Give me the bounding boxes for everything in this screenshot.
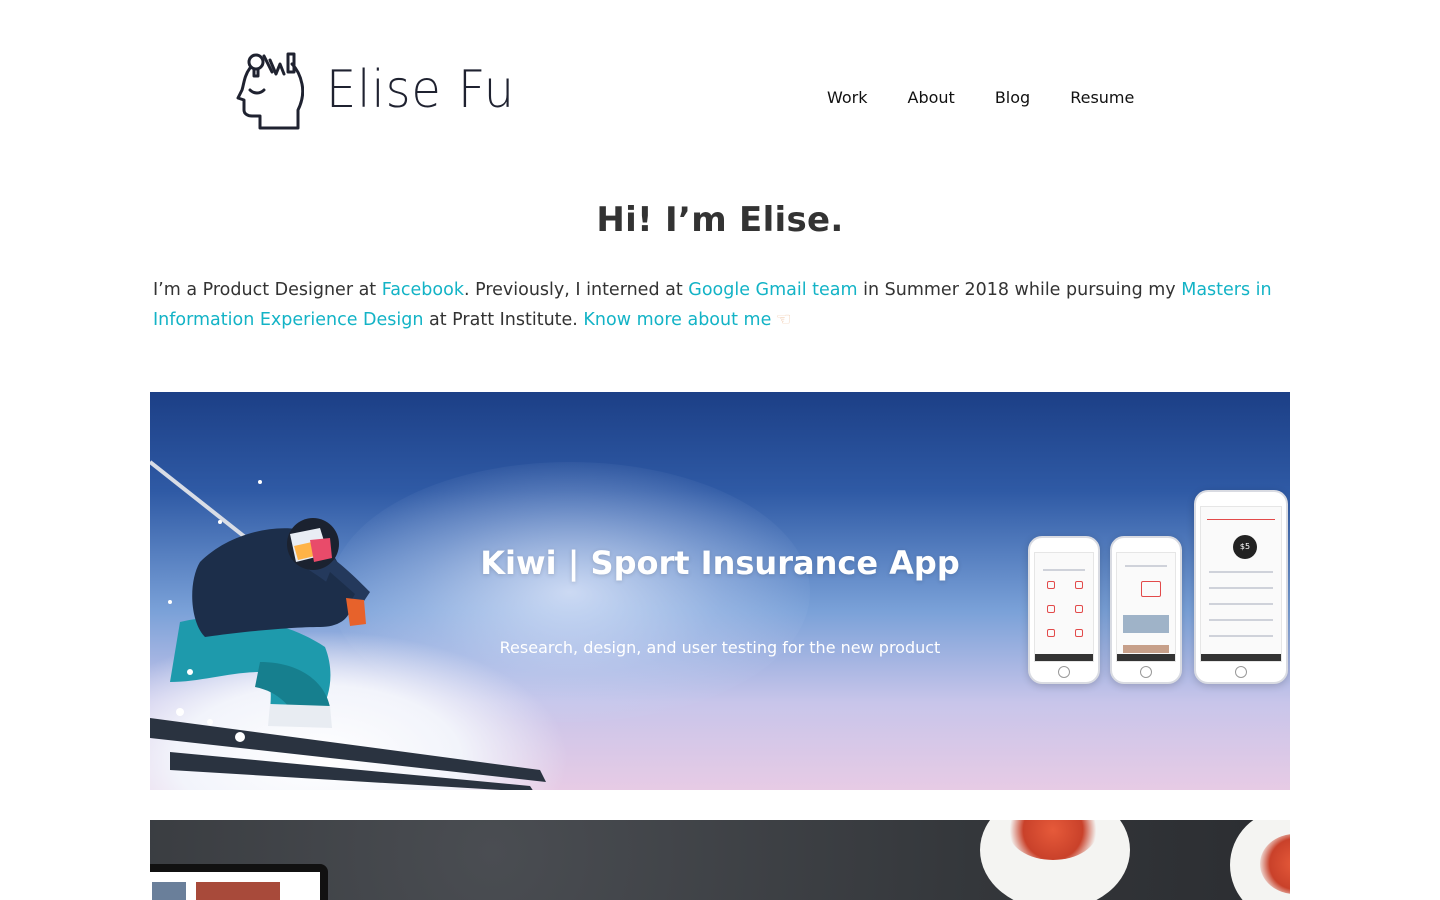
price-badge: $5 <box>1233 535 1257 559</box>
home-logo-link[interactable]: Elise Fu <box>236 50 531 130</box>
intro-text-3: in Summer 2018 while pursuing my <box>857 280 1182 300</box>
laptop-mockup: Sat, Oct 21 <box>150 864 328 900</box>
intro-text-4: at Pratt Institute. <box>423 310 584 330</box>
site-title: Elise Fu <box>326 60 515 120</box>
project-card-kiwi[interactable]: Kiwi | Sport Insurance App Research, des… <box>150 392 1290 790</box>
pointing-hand-icon: ☜ <box>775 309 792 330</box>
head-with-tools-logo-icon <box>236 52 304 130</box>
nav-about[interactable]: About <box>908 88 955 107</box>
phone-mockup-3: $5 <box>1194 490 1288 684</box>
intro-text-1: I’m a Product Designer at <box>153 280 382 300</box>
gmail-team-link[interactable]: Google Gmail team <box>688 280 857 300</box>
laptop-date-label: Sat, Oct 21 <box>206 874 240 881</box>
intro-text-2: . Previously, I interned at <box>463 280 689 300</box>
phone-mockup-1 <box>1028 536 1100 684</box>
sushi-bowl-1 <box>980 820 1130 900</box>
app-mockup-phones: $5 <box>1028 488 1290 688</box>
intro-heading: Hi! I’m Elise. <box>596 200 844 240</box>
nav-blog[interactable]: Blog <box>995 88 1030 107</box>
phone-mockup-2 <box>1110 536 1182 684</box>
project-card-food[interactable]: Sat, Oct 21 <box>150 820 1290 900</box>
main-nav: Work About Blog Resume <box>827 88 1134 107</box>
know-more-link[interactable]: Know more about me <box>583 310 771 330</box>
facebook-link[interactable]: Facebook <box>382 280 464 300</box>
nav-work[interactable]: Work <box>827 88 868 107</box>
site-header: Elise Fu Work About Blog Resume <box>0 0 1440 160</box>
skier-image <box>150 460 546 790</box>
sushi-bowl-2 <box>1230 820 1290 900</box>
nav-resume[interactable]: Resume <box>1070 88 1134 107</box>
intro-paragraph: I’m a Product Designer at Facebook. Prev… <box>153 276 1293 335</box>
